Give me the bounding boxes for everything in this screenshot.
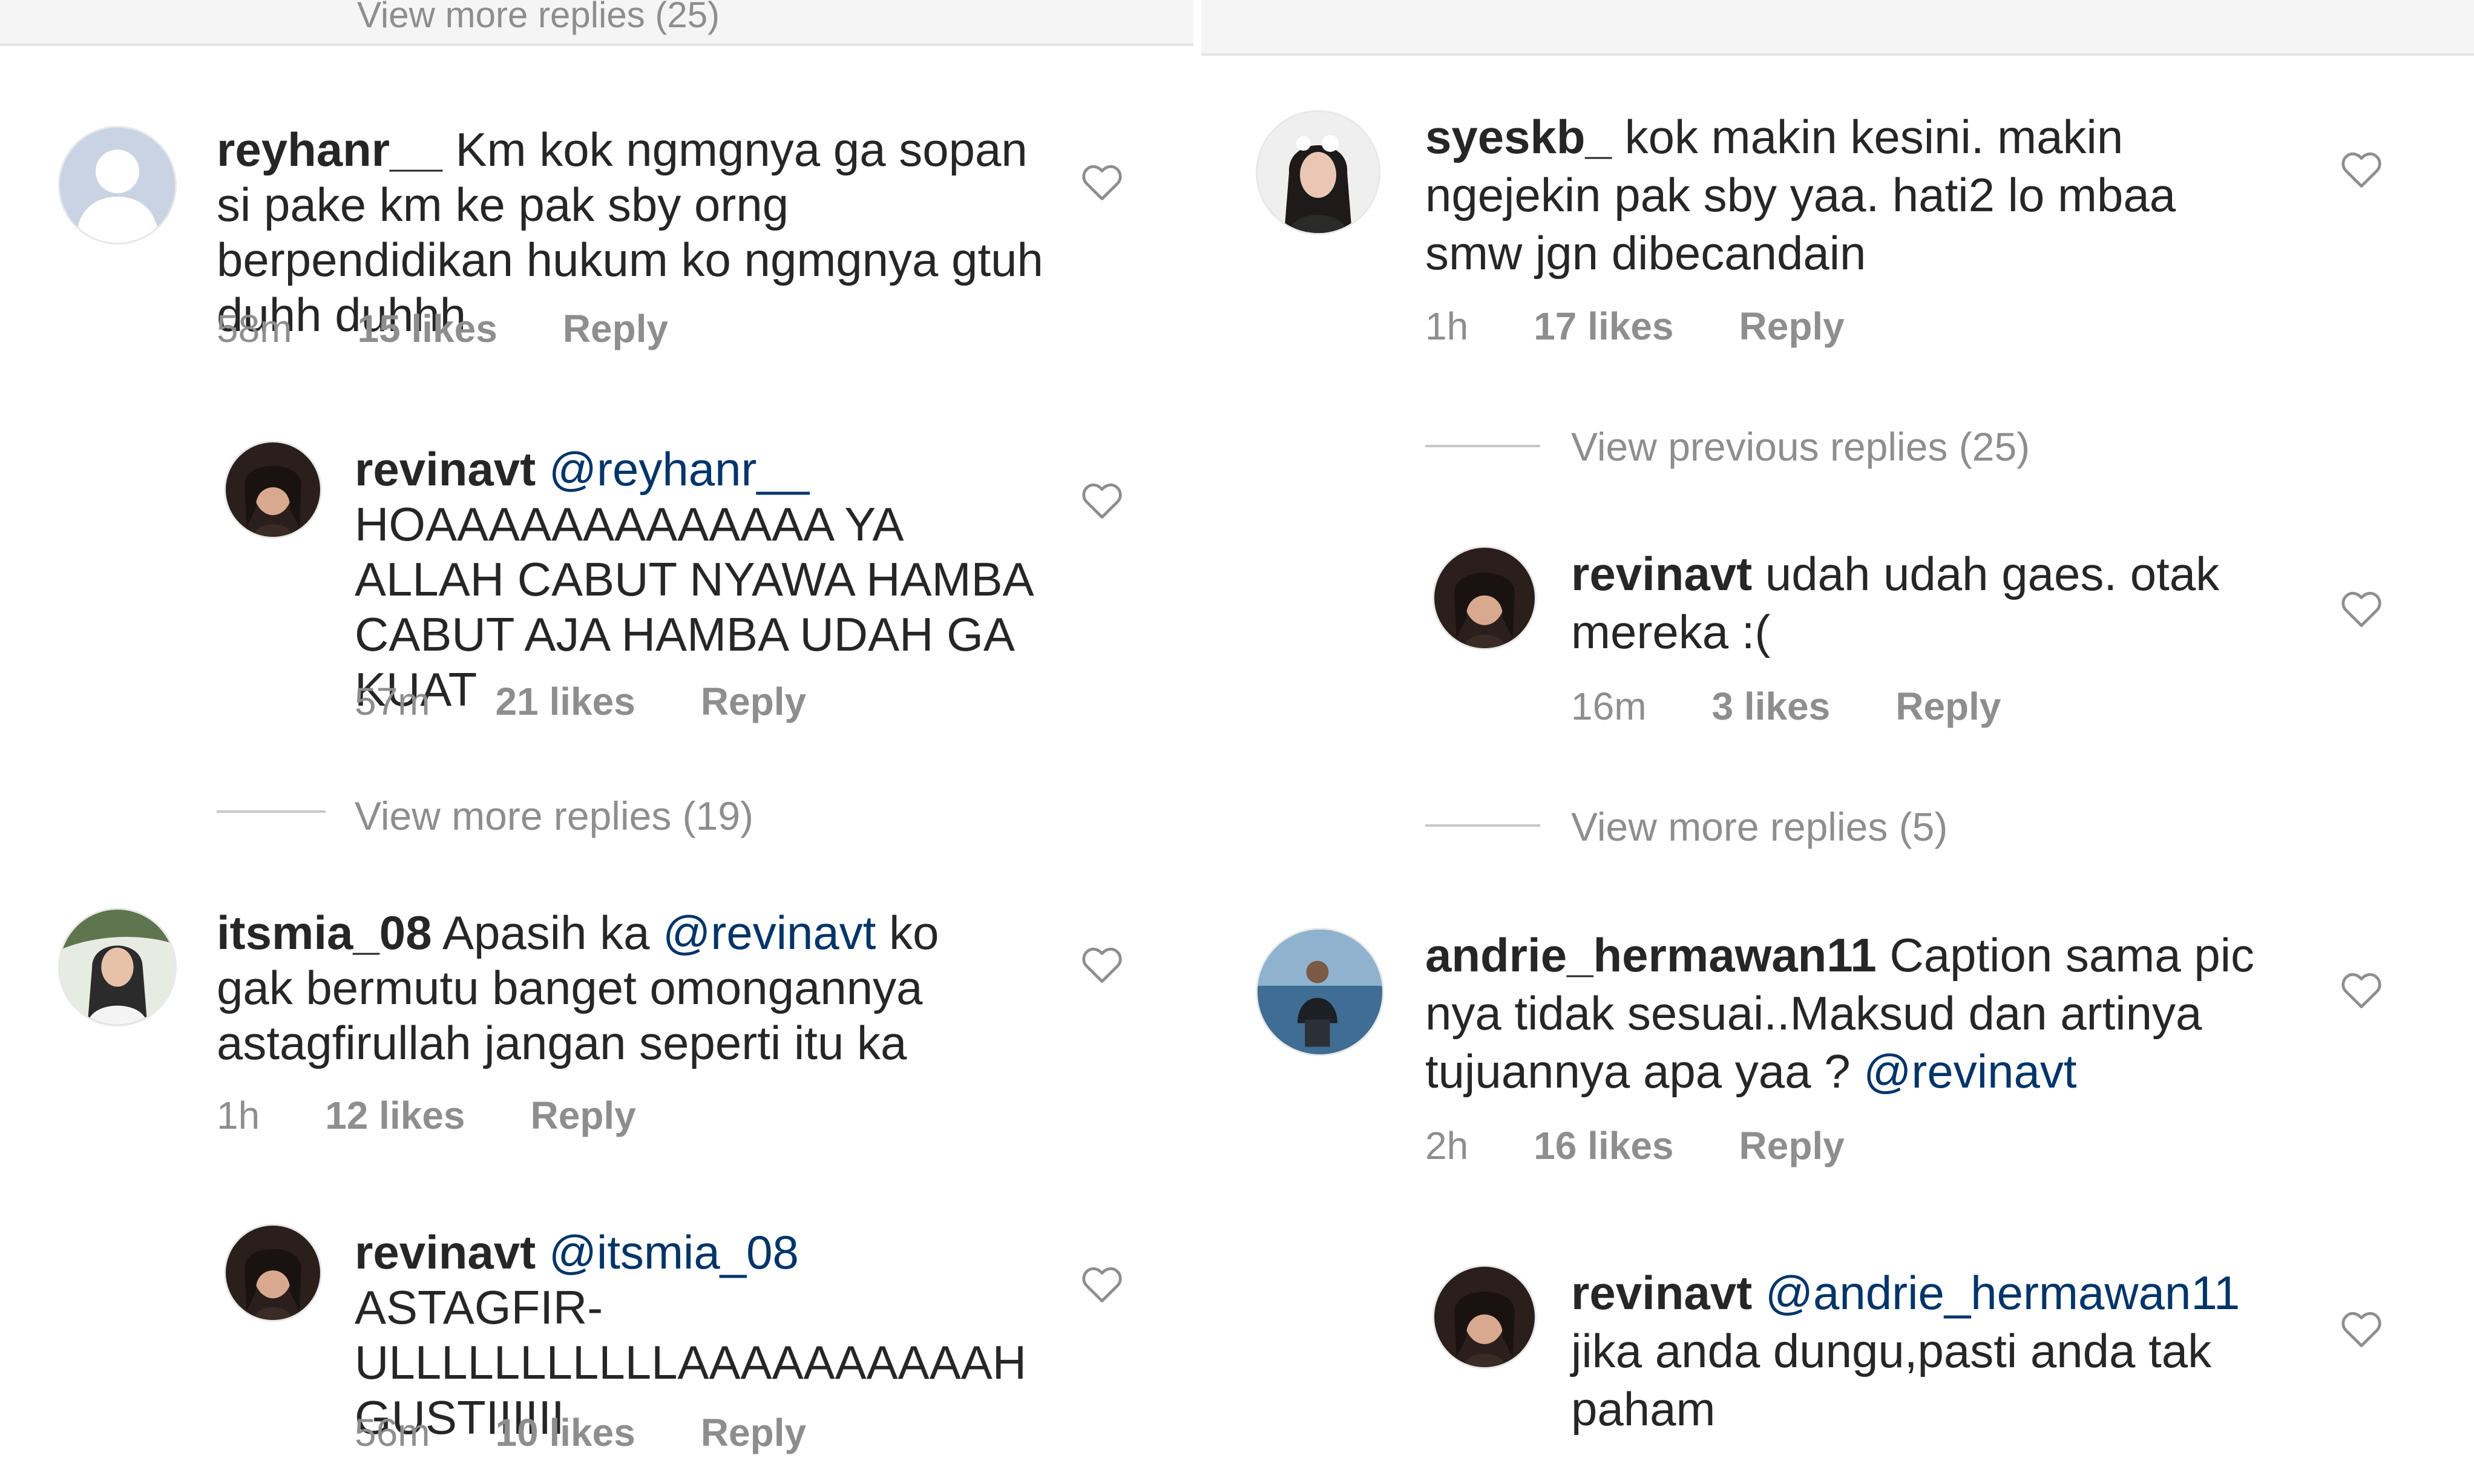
comment-mention[interactable]: @reyhanr__	[549, 442, 809, 496]
comment-time: 58m	[217, 307, 292, 350]
comment-meta: 2h 16 likes Reply	[1425, 1123, 1910, 1168]
comment-username[interactable]: revinavt	[1571, 1266, 1752, 1319]
view-more-replies-cut[interactable]: View more replies (25)	[357, 0, 720, 36]
comment-username[interactable]: reyhanr__	[217, 123, 442, 176]
heart-outline-icon[interactable]	[1080, 480, 1124, 520]
comment-time: 2h	[1425, 1124, 1469, 1167]
likes-count[interactable]: 17 likes	[1534, 304, 1673, 348]
comment-meta: 56m 10 likes Reply	[355, 1410, 871, 1455]
comment-text: andrie_hermawan11 Caption sama pic nya t…	[1425, 926, 2321, 1100]
comment-text: revinavt @reyhanr__ HOAAAAAAAAAAAAA YA A…	[355, 442, 1051, 717]
avatar-photo-icon	[1258, 112, 1379, 233]
comment-text: itsmia_08 Apasih ka @revinavt ko gak ber…	[217, 905, 973, 1071]
replies-divider	[1425, 824, 1540, 827]
comment-mention[interactable]: @revinavt	[1863, 1045, 2076, 1098]
reply-button[interactable]: Reply	[1895, 685, 2001, 728]
heart-outline-icon[interactable]	[1080, 162, 1124, 202]
likes-count[interactable]: 15 likes	[358, 307, 497, 350]
reply-button[interactable]: Reply	[1739, 304, 1845, 348]
avatar-photo-icon	[226, 1226, 320, 1320]
avatar-photo-icon	[1258, 930, 1382, 1054]
reply-button[interactable]: Reply	[1739, 1124, 1845, 1167]
heart-outline-icon[interactable]	[2339, 149, 2384, 189]
heart-outline-icon[interactable]	[2339, 1308, 2384, 1348]
comment-meta: 16m 3 likes Reply	[1571, 684, 2067, 729]
comment-text: syeskb_ kok makin kesini. makin ngejekin…	[1425, 108, 2272, 282]
avatar-revinavt[interactable]	[1432, 546, 1537, 650]
heart-outline-icon[interactable]	[1080, 1264, 1124, 1304]
comment-time: 56m	[355, 1411, 430, 1454]
likes-count[interactable]: 21 likes	[496, 680, 635, 723]
comment-mention[interactable]: @andrie_hermawan11	[1765, 1266, 2240, 1319]
likes-count[interactable]: 3 likes	[1712, 685, 1831, 728]
avatar-photo-icon	[226, 442, 320, 537]
comment-username[interactable]: revinavt	[1571, 547, 1752, 600]
avatar-andrie[interactable]	[1256, 928, 1384, 1056]
replies-divider	[217, 810, 326, 813]
reply-button[interactable]: Reply	[563, 307, 668, 350]
comment-username[interactable]: revinavt	[355, 1226, 536, 1279]
avatar-itsmia[interactable]	[58, 908, 177, 1026]
comment-meta: 1h 17 likes Reply	[1425, 304, 1910, 349]
reply-button[interactable]: Reply	[701, 680, 806, 723]
comment-time: 16m	[1571, 685, 1647, 728]
comment-text: revinavt @andrie_hermawan11 jika anda du…	[1571, 1264, 2285, 1438]
comment-username[interactable]: revinavt	[355, 442, 536, 496]
avatar-revinavt[interactable]	[224, 1224, 322, 1322]
heart-outline-icon[interactable]	[2339, 970, 2384, 1010]
comment-body-start: Apasih ka	[442, 906, 650, 959]
view-previous-replies-button[interactable]: View previous replies (25)	[1571, 424, 2030, 470]
avatar-photo-icon	[1434, 548, 1535, 648]
likes-count[interactable]: 10 likes	[496, 1411, 635, 1454]
comment-text: revinavt udah udah gaes. otak mereka :(	[1571, 545, 2297, 661]
avatar-default[interactable]	[58, 126, 177, 245]
comment-meta: 58m 15 likes Reply	[217, 306, 733, 351]
reply-button[interactable]: Reply	[531, 1094, 636, 1137]
comment-meta: 57m 21 likes Reply	[355, 679, 871, 724]
comment-mention[interactable]: @itsmia_08	[549, 1226, 799, 1279]
view-more-replies-button[interactable]: View more replies (5)	[1571, 804, 1947, 850]
heart-outline-icon[interactable]	[1080, 944, 1124, 984]
comment-meta: 1h 12 likes Reply	[217, 1093, 701, 1138]
comment-username[interactable]: andrie_hermawan11	[1425, 928, 1877, 982]
right-screenshot-panel: syeskb_ kok makin kesini. makin ngejekin…	[1201, 0, 2474, 1484]
reply-button[interactable]: Reply	[701, 1411, 806, 1454]
replies-divider	[1425, 445, 1540, 447]
likes-count[interactable]: 16 likes	[1534, 1124, 1673, 1167]
default-avatar-icon	[60, 128, 175, 243]
avatar-syeskb[interactable]	[1256, 110, 1380, 235]
avatar-photo-icon	[60, 910, 175, 1025]
avatar-photo-icon	[1434, 1267, 1535, 1367]
heart-outline-icon[interactable]	[2339, 588, 2384, 628]
comment-time: 1h	[1425, 304, 1469, 348]
avatar-revinavt[interactable]	[1432, 1265, 1537, 1369]
left-screenshot-panel: View more replies (25) reyhanr__ Km kok …	[0, 0, 1201, 1484]
comment-time: 57m	[355, 680, 430, 723]
comment-time: 1h	[217, 1094, 260, 1137]
comment-username[interactable]: syeskb_	[1425, 110, 1612, 163]
top-bar: View more replies (25)	[0, 0, 1201, 46]
comment-username[interactable]: itsmia_08	[217, 906, 432, 959]
view-more-replies-button[interactable]: View more replies (19)	[355, 793, 753, 839]
avatar-revinavt[interactable]	[224, 441, 322, 539]
top-bar	[1201, 0, 2474, 56]
likes-count[interactable]: 12 likes	[325, 1094, 465, 1137]
comment-mention[interactable]: @revinavt	[663, 906, 876, 959]
comment-body: jika anda dungu,pasti anda tak paham	[1571, 1324, 2212, 1436]
